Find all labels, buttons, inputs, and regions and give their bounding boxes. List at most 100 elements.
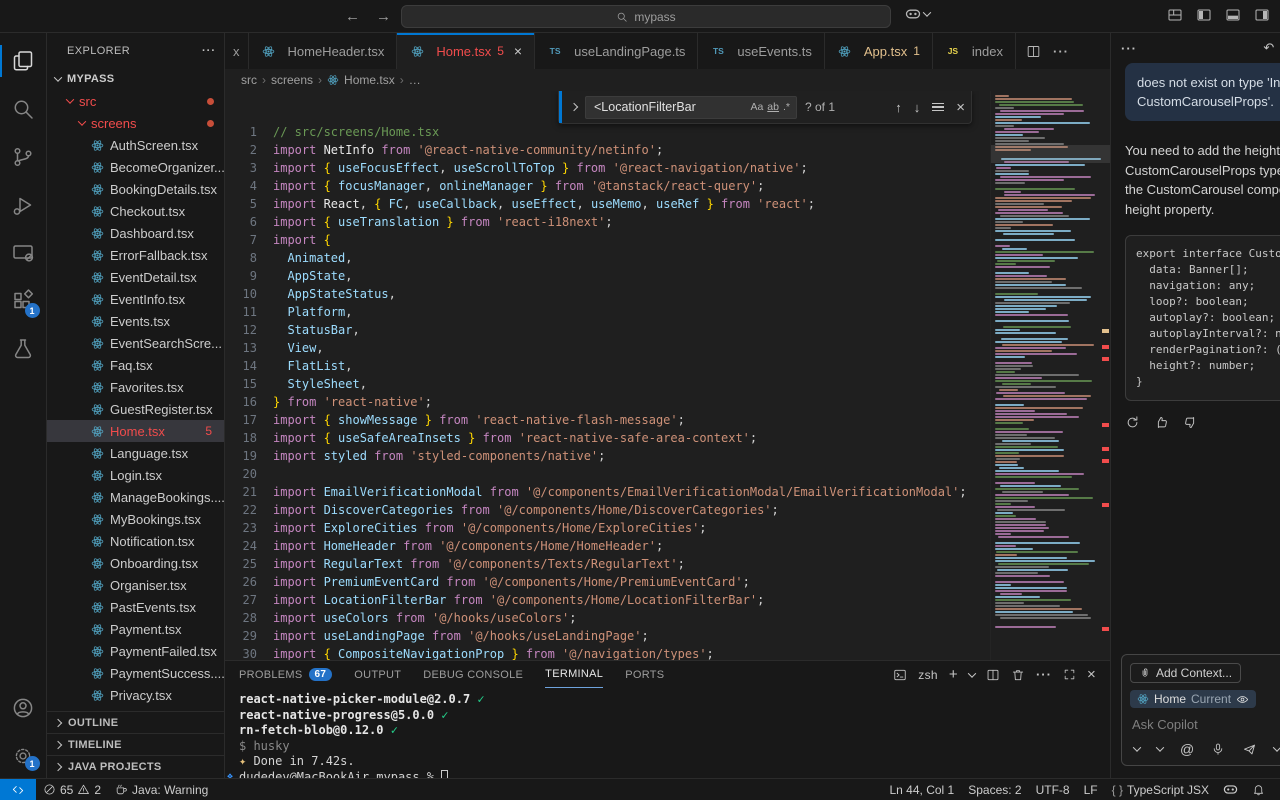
activity-remote-explorer[interactable] — [0, 229, 47, 277]
code-editor[interactable]: 1// src/screens/Home.tsx2import NetInfo … — [225, 91, 990, 660]
file-tree-item[interactable]: ManageBookings.... — [47, 486, 224, 508]
explorer-more-actions[interactable]: ··· — [202, 45, 216, 57]
file-tree-item[interactable]: Language.tsx — [47, 442, 224, 464]
code-line[interactable]: 28import useColors from '@/hooks/useColo… — [225, 609, 990, 627]
model-picker-chevron-icon[interactable] — [1156, 743, 1164, 751]
code-line[interactable]: 15 StyleSheet, — [225, 375, 990, 393]
code-line[interactable]: 8 Animated, — [225, 249, 990, 267]
mic-icon[interactable] — [1211, 742, 1225, 756]
eye-icon[interactable] — [1236, 693, 1249, 706]
file-tree-item[interactable]: Onboarding.tsx — [47, 552, 224, 574]
toggle-primary-sidebar-icon[interactable] — [1196, 7, 1212, 23]
code-line[interactable]: 7import { — [225, 231, 990, 249]
file-tree-item[interactable]: Organiser.tsx — [47, 574, 224, 596]
file-tree-item[interactable]: PaymentSuccess.... — [47, 662, 224, 684]
code-line[interactable]: 5import React, { FC, useCallback, useEff… — [225, 195, 990, 213]
file-tree-item[interactable]: Faq.tsx — [47, 354, 224, 376]
tab-debug-console[interactable]: DEBUG CONSOLE — [423, 661, 523, 688]
code-line[interactable]: 22import DiscoverCategories from '@/comp… — [225, 501, 990, 519]
file-tree-item[interactable]: Privacy.tsx — [47, 684, 224, 706]
file-tree-item[interactable]: EventSearchScre... — [47, 332, 224, 354]
remote-indicator[interactable] — [0, 779, 36, 800]
activity-settings[interactable]: 1 — [0, 734, 47, 778]
editor-tab-index[interactable]: JSindex — [933, 33, 1016, 69]
editor-tab-home-tsx[interactable]: Home.tsx5× — [397, 33, 535, 69]
chat-code-block[interactable]: export interface CustomCarouselProps { d… — [1125, 235, 1280, 401]
file-tree-item[interactable]: EventInfo.tsx — [47, 288, 224, 310]
file-tree-item[interactable]: PaymentFailed.tsx — [47, 640, 224, 662]
editor-tab-uselandingpage-ts[interactable]: TSuseLandingPage.ts — [535, 33, 698, 69]
code-line[interactable]: 21import EmailVerificationModal from '@/… — [225, 483, 990, 501]
thumbs-up-icon[interactable] — [1154, 415, 1169, 430]
editor-tab-homeheader-tsx[interactable]: HomeHeader.tsx — [249, 33, 398, 69]
activity-testing[interactable] — [0, 325, 47, 373]
code-line[interactable]: 14 FlatList, — [225, 357, 990, 375]
code-line[interactable]: 20 — [225, 465, 990, 483]
file-tree-item[interactable]: Home.tsx5 — [47, 420, 224, 442]
code-line[interactable]: 23import ExploreCities from '@/component… — [225, 519, 990, 537]
customize-layout-icon[interactable] — [1167, 7, 1183, 23]
file-tree-item[interactable]: Checkout.tsx — [47, 200, 224, 222]
section-java-projects[interactable]: JAVA PROJECTS — [47, 756, 224, 778]
indentation[interactable]: Spaces: 2 — [961, 779, 1028, 800]
shell-name[interactable]: zsh — [918, 668, 938, 682]
tree-root-mypass[interactable]: MYPASS — [47, 68, 224, 90]
kill-terminal-icon[interactable] — [1011, 668, 1025, 682]
activity-extensions[interactable]: 1 — [0, 277, 47, 325]
retry-icon[interactable] — [1125, 415, 1140, 430]
file-tree-item[interactable]: Notification.tsx — [47, 530, 224, 552]
editor-more-actions-icon[interactable]: ··· — [1053, 44, 1069, 59]
code-line[interactable]: 24import HomeHeader from '@/components/H… — [225, 537, 990, 555]
code-line[interactable]: 30import { CompositeNavigationProp } fro… — [225, 645, 990, 660]
breadcrumb-src[interactable]: src — [241, 73, 257, 87]
activity-source-control[interactable] — [0, 133, 47, 181]
tree-folder-screens[interactable]: screens — [47, 112, 224, 134]
tree-folder-src[interactable]: src — [47, 90, 224, 112]
breadcrumb-file[interactable]: Home.tsx — [344, 73, 395, 87]
find-next-icon[interactable]: ↓ — [914, 100, 921, 115]
match-case-toggle[interactable]: Aa — [748, 100, 765, 114]
find-expand-chevron-icon[interactable] — [570, 103, 578, 111]
close-panel-icon[interactable]: × — [1087, 666, 1096, 683]
copilot-status[interactable] — [1216, 779, 1245, 800]
file-tree-item[interactable]: Payment.tsx — [47, 618, 224, 640]
maximize-panel-icon[interactable] — [1063, 668, 1076, 681]
code-line[interactable]: 29import useLandingPage from '@/hooks/us… — [225, 627, 990, 645]
eol-sequence[interactable]: LF — [1077, 779, 1105, 800]
activity-search[interactable] — [0, 85, 47, 133]
minimap-slider[interactable] — [991, 145, 1110, 163]
breadcrumb[interactable]: src › screens › Home.tsx › … — [225, 69, 1110, 91]
thumbs-down-icon[interactable] — [1183, 415, 1198, 430]
breadcrumb-screens[interactable]: screens — [271, 73, 313, 87]
minimap[interactable] — [990, 91, 1110, 660]
chat-overflow-icon[interactable]: ··· — [1121, 41, 1137, 56]
problems-status[interactable]: 65 2 — [36, 779, 108, 800]
section-timeline[interactable]: TIMELINE — [47, 734, 224, 756]
file-tree-item[interactable]: Login.tsx — [47, 464, 224, 486]
cursor-position[interactable]: Ln 44, Col 1 — [883, 779, 962, 800]
code-line[interactable]: 27import LocationFilterBar from '@/compo… — [225, 591, 990, 609]
code-line[interactable]: 9 AppState, — [225, 267, 990, 285]
file-tree-item[interactable]: BecomeOrganizer... — [47, 156, 224, 178]
editor[interactable]: <LocationFilterBar Aa ab .* ? of 1 ↑ ↓ ×… — [225, 91, 1110, 660]
split-editor-icon[interactable] — [1026, 44, 1041, 59]
terminal-content[interactable]: react-native-picker-module@2.0.7 ✓react-… — [225, 688, 1110, 778]
editor-tab-app-tsx[interactable]: App.tsx1 — [825, 33, 933, 69]
code-line[interactable]: 2import NetInfo from '@react-native-comm… — [225, 141, 990, 159]
close-tab-icon[interactable]: × — [514, 43, 522, 59]
tab-ports[interactable]: PORTS — [625, 661, 664, 688]
chat-input-box[interactable]: Add Context... Home Current Ask Copilot … — [1121, 654, 1280, 766]
find-close-icon[interactable]: × — [956, 99, 965, 116]
file-tree-item[interactable]: Favorites.tsx — [47, 376, 224, 398]
back-icon[interactable]: ← — [345, 8, 360, 25]
code-line[interactable]: 25import RegularText from '@/components/… — [225, 555, 990, 573]
code-line[interactable]: 3import { useFocusEffect, useScrollToTop… — [225, 159, 990, 177]
code-line[interactable]: 1// src/screens/Home.tsx — [225, 123, 990, 141]
split-terminal-icon[interactable] — [986, 668, 1000, 682]
find-in-selection-icon[interactable] — [932, 103, 944, 112]
regex-toggle[interactable]: .* — [781, 100, 792, 114]
activity-accounts[interactable] — [0, 684, 47, 732]
file-tree-item[interactable]: MyBookings.tsx — [47, 508, 224, 530]
file-tree-item[interactable]: BookingDetails.tsx — [47, 178, 224, 200]
activity-explorer[interactable] — [0, 37, 47, 85]
